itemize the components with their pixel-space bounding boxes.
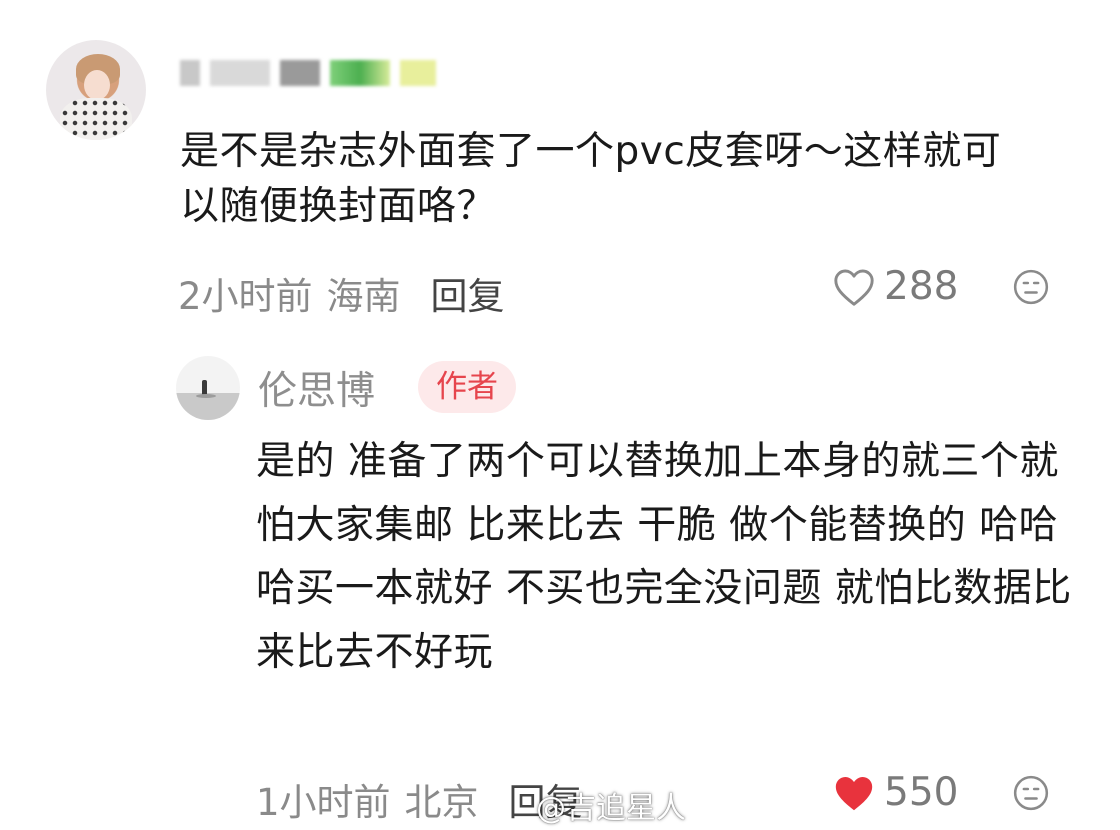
redaction-block bbox=[400, 60, 436, 86]
avatar-face bbox=[84, 70, 110, 100]
comment-like-button[interactable]: 288 bbox=[832, 264, 958, 309]
reply-like-button[interactable]: 550 bbox=[832, 770, 958, 815]
emoji-face-icon[interactable] bbox=[1012, 268, 1050, 306]
heart-filled-icon bbox=[835, 776, 873, 810]
reply-meta: 1小时前 北京 回复 bbox=[256, 772, 583, 826]
author-avatar[interactable] bbox=[176, 356, 240, 420]
redaction-block bbox=[330, 60, 390, 86]
avatar-shadow bbox=[196, 394, 216, 398]
comment-text: 是不是杂志外面套了一个pvc皮套呀～这样就可以随便换封面咯？ bbox=[180, 129, 1002, 229]
comment-meta: 2小时前 海南 回复 bbox=[178, 266, 505, 320]
author-badge: 作者 bbox=[418, 361, 516, 413]
comment-time: 2小时前 bbox=[178, 275, 313, 318]
redaction-block bbox=[280, 60, 320, 86]
reply-text: 是的 准备了两个可以替换加上本身的就三个就怕大家集邮 比来比去 干脆 做个能替换… bbox=[256, 439, 1072, 675]
reply-time: 1小时前 bbox=[256, 781, 391, 824]
emoji-face-icon[interactable] bbox=[1012, 774, 1050, 812]
comment-like-count: 288 bbox=[884, 264, 959, 309]
commenter-avatar[interactable] bbox=[46, 40, 146, 140]
reply-location: 北京 bbox=[404, 781, 479, 824]
reply-like-count: 550 bbox=[884, 770, 959, 815]
comment-reply-button[interactable]: 回复 bbox=[431, 266, 505, 320]
commenter-username-redacted[interactable] bbox=[180, 58, 436, 88]
author-username[interactable]: 伦思博 bbox=[258, 360, 375, 416]
redaction-block bbox=[180, 60, 200, 86]
heart-outline-icon bbox=[834, 269, 874, 306]
redaction-block bbox=[210, 60, 270, 86]
comment-location: 海南 bbox=[326, 275, 401, 318]
avatar-dress bbox=[60, 98, 132, 140]
watermark: @吉追星人 bbox=[536, 791, 686, 826]
